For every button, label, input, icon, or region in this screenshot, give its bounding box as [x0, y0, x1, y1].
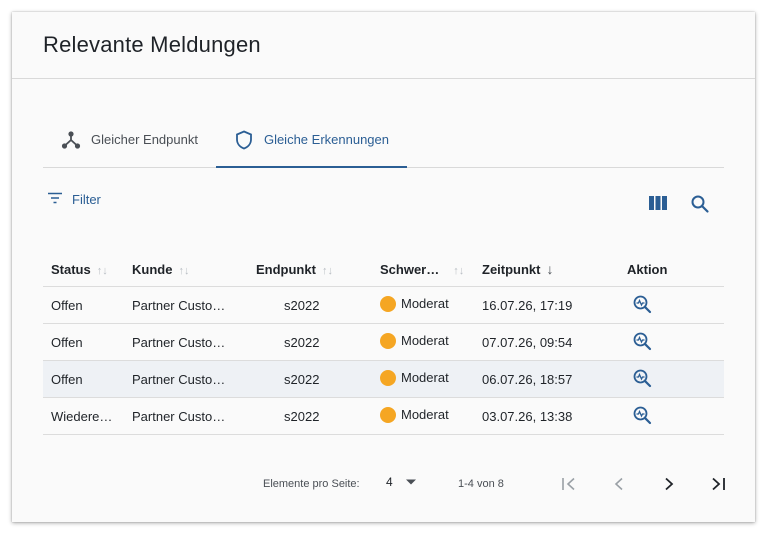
sort-icon: ↑↓ [96, 264, 108, 277]
search-button[interactable] [690, 194, 710, 214]
customer-cell: Partner Custo… [124, 397, 248, 435]
status-cell: Wiedere… [43, 397, 124, 435]
sort-icon: ↑↓ [321, 264, 333, 277]
severity-dot [380, 332, 396, 349]
action-cell [619, 286, 724, 324]
column-header-severity[interactable]: Schwer… ↑↓ [372, 252, 474, 287]
status-cell: Offen [43, 360, 124, 398]
first-page-icon [561, 477, 577, 494]
dialog-title: Relevante Meldungen [43, 32, 261, 57]
action-cell [619, 360, 724, 398]
first-page-button[interactable] [558, 474, 580, 496]
status-cell: Offen [43, 323, 124, 361]
time-cell: 03.07.26, 13:38 [474, 397, 619, 435]
severity-dot [380, 295, 396, 312]
column-header-status[interactable]: Status ↑↓ [43, 252, 124, 287]
investigate-icon[interactable] [631, 330, 653, 352]
endpoint-cell: s2022 [248, 397, 372, 435]
column-header-action: Aktion [619, 252, 724, 287]
severity-dot [380, 406, 396, 423]
tab-label: Gleicher Endpunkt [91, 132, 198, 147]
sort-desc-icon: ↓ [546, 261, 554, 277]
endpoint-cell: s2022 [248, 360, 372, 398]
time-cell: 06.07.26, 18:57 [474, 360, 619, 398]
table-header-row: Status ↑↓ Kunde ↑↓ Endpunkt ↑↓ Schwer… ↑↓ Ze… [43, 252, 724, 287]
paginator: Elemente pro Seite: 4 1-4 von 8 [43, 470, 725, 500]
page-size-select[interactable]: 4 [386, 475, 417, 489]
customer-cell: Partner Custo… [124, 360, 248, 398]
tab-same-endpoint[interactable]: Gleicher Endpunkt [43, 112, 216, 167]
page-size-value: 4 [386, 475, 393, 489]
hub-icon [61, 130, 81, 150]
severity-dot [380, 369, 396, 386]
severity-cell: Moderat [372, 323, 474, 361]
severity-cell: Moderat [372, 360, 474, 398]
page-size-label: Elemente pro Seite: [263, 478, 360, 490]
page-range: 1-4 von 8 [458, 478, 504, 490]
column-header-time[interactable]: Zeitpunkt ↓ [474, 252, 619, 287]
investigate-icon[interactable] [631, 367, 653, 389]
columns-icon [648, 196, 668, 215]
dialog-header: Relevante Meldungen [12, 12, 755, 79]
status-cell: Offen [43, 286, 124, 324]
tab-bar: Gleicher Endpunkt Gleiche Erkennungen [43, 112, 724, 168]
tab-label: Gleiche Erkennungen [263, 132, 389, 147]
filter-label: Filter [72, 192, 101, 207]
column-header-customer[interactable]: Kunde ↑↓ [124, 252, 248, 287]
endpoint-cell: s2022 [248, 286, 372, 324]
action-cell [619, 397, 724, 435]
shield-icon [234, 130, 254, 150]
severity-cell: Moderat [372, 397, 474, 435]
sort-icon: ↑↓ [178, 264, 190, 277]
customer-cell: Partner Custo… [124, 323, 248, 361]
search-icon [690, 195, 710, 218]
chevron-left-icon [613, 477, 625, 494]
table-row[interactable]: Offen Partner Custo… s2022 Moderat 07.07… [43, 323, 724, 361]
table-toolbar: Filter [43, 190, 724, 220]
last-page-button[interactable] [707, 474, 729, 496]
table-row[interactable]: Wiedere… Partner Custo… s2022 Moderat 03… [43, 397, 724, 435]
columns-button[interactable] [648, 195, 668, 213]
endpoint-cell: s2022 [248, 323, 372, 361]
sort-icon: ↑↓ [453, 264, 465, 277]
previous-page-button[interactable] [608, 474, 630, 496]
tab-same-detections[interactable]: Gleiche Erkennungen [215, 112, 408, 168]
customer-cell: Partner Custo… [124, 286, 248, 324]
filter-icon [47, 192, 63, 207]
time-cell: 07.07.26, 09:54 [474, 323, 619, 361]
next-page-button[interactable] [658, 474, 680, 496]
chevron-right-icon [663, 477, 675, 494]
relevant-alerts-dialog: Relevante Meldungen Gleicher Endpunkt Gl… [12, 12, 755, 522]
severity-cell: Moderat [372, 286, 474, 324]
column-header-endpoint[interactable]: Endpunkt ↑↓ [248, 252, 372, 287]
alerts-table: Status ↑↓ Kunde ↑↓ Endpunkt ↑↓ Schwer… ↑↓ Ze… [43, 252, 724, 435]
table-row[interactable]: Offen Partner Custo… s2022 Moderat 16.07… [43, 286, 724, 324]
last-page-icon [710, 477, 726, 494]
action-cell [619, 323, 724, 361]
table-row[interactable]: Offen Partner Custo… s2022 Moderat 06.07… [43, 360, 724, 398]
investigate-icon[interactable] [631, 293, 653, 315]
filter-button[interactable]: Filter [47, 192, 101, 207]
investigate-icon[interactable] [631, 404, 653, 426]
time-cell: 16.07.26, 17:19 [474, 286, 619, 324]
chevron-down-icon [405, 475, 417, 489]
